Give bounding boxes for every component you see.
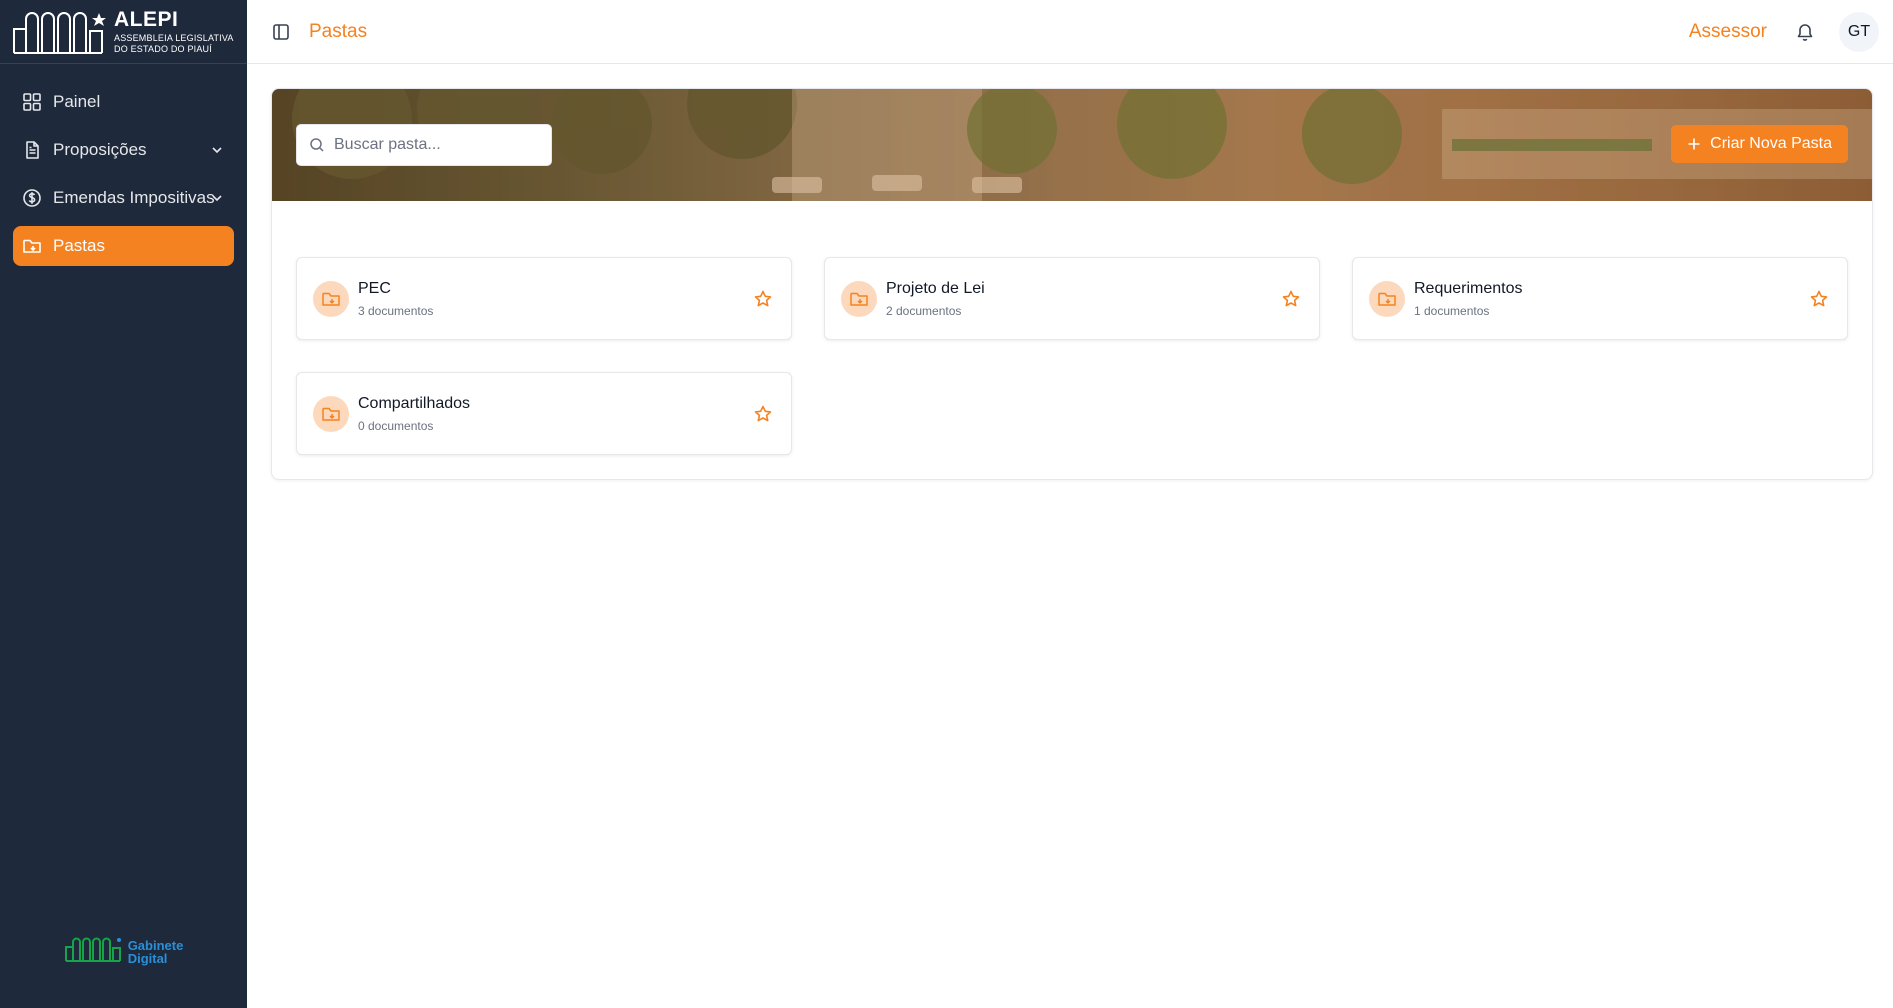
favorite-button[interactable] [1807,287,1831,311]
banner: Criar Nova Pasta [272,89,1872,201]
gabinete-digital-logo: Gabinete Digital [0,935,247,968]
create-folder-label: Criar Nova Pasta [1710,135,1832,152]
folder-info: Compartilhados 0 documentos [358,395,470,433]
footer-line2: Digital [127,950,168,966]
notifications-button[interactable] [1791,18,1819,46]
star-icon [1282,290,1300,306]
brand-subtitle-line1: ASSEMBLEIA LEGISLATIVA [114,32,234,43]
folder-card[interactable]: Compartilhados 0 documentos [296,372,792,455]
folder-icon [850,292,868,306]
bell-icon [1797,23,1813,41]
page-title: Pastas [309,20,368,42]
folder-info: Requerimentos 1 documentos [1414,280,1523,318]
folder-info: PEC 3 documentos [358,280,433,318]
folder-name: PEC [358,279,391,297]
main: Pastas Assessor GT Buscar pasta... Criar… [247,0,1893,1008]
star-icon [754,290,772,306]
folder-count: 2 documentos [886,303,962,318]
footer-line1: Gabinete [127,937,184,953]
sidebar-toggle-button[interactable] [269,20,293,44]
folder-card[interactable]: Projeto de Lei 2 documentos [824,257,1320,340]
top-bar-actions: Assessor GT [1689,11,1879,52]
folder-icon [1378,292,1396,306]
folder-name: Requerimentos [1414,279,1523,297]
folder-icon [322,292,340,306]
search-icon [310,138,324,152]
folder-icon [322,407,340,421]
grid-icon [21,91,43,113]
folders-panel: Criar Nova Pasta PEC 3 docum [271,88,1873,480]
plus-icon [1688,138,1700,150]
file-text-icon [21,139,43,161]
favorite-button[interactable] [751,402,775,426]
create-folder-button[interactable]: Criar Nova Pasta [1671,125,1848,163]
chevron-down-icon[interactable] [210,190,224,210]
sidebar-item-label: Painel [53,92,101,111]
brand-subtitle: ASSEMBLEIA LEGISLATIVA DO ESTADO DO PIAU… [114,33,234,55]
chevron-down-icon[interactable] [210,142,224,162]
sidebar: ALEPI ASSEMBLEIA LEGISLATIVA DO ESTADO D… [0,0,247,1008]
search-box [296,124,552,166]
folder-badge [313,280,349,317]
sidebar-item-emendas-impositivas[interactable]: Emendas Impositivas [13,178,234,218]
folder-info: Projeto de Lei 2 documentos [886,280,985,318]
sidebar-item-painel[interactable]: Painel [13,82,234,122]
folder-badge [841,280,877,317]
folder-card[interactable]: Requerimentos 1 documentos [1352,257,1848,340]
folder-count: 3 documentos [358,303,434,318]
folder-grid: PEC 3 documentos Projeto de Lei 2 docume… [272,201,1872,455]
brand[interactable]: ALEPI ASSEMBLEIA LEGISLATIVA DO ESTADO D… [0,0,247,64]
dollar-circle-icon [21,187,43,209]
gabinete-digital-icon [64,935,126,968]
folder-icon [21,235,43,257]
star-icon [754,405,772,421]
sidebar-item-label: Pastas [53,236,105,255]
folder-card[interactable]: PEC 3 documentos [296,257,792,340]
folder-name: Compartilhados [358,394,471,412]
brand-subtitle-line2: DO ESTADO DO PIAUÍ [114,43,212,54]
favorite-button[interactable] [751,287,775,311]
brand-title: ALEPI [114,7,179,31]
star-icon [1810,290,1828,306]
avatar[interactable]: GT [1839,11,1879,52]
search-input[interactable] [334,136,534,154]
alepi-logo-icon [12,9,110,55]
app-root: ALEPI ASSEMBLEIA LEGISLATIVA DO ESTADO D… [0,0,1893,1008]
gabinete-digital-text: Gabinete Digital [128,939,184,965]
panel-left-icon [273,23,289,40]
role-link[interactable]: Assessor [1689,21,1767,43]
folder-count: 0 documentos [358,418,434,433]
sidebar-item-label: Proposições [53,140,147,159]
brand-text: ALEPI ASSEMBLEIA LEGISLATIVA DO ESTADO D… [114,9,234,55]
folder-count: 1 documentos [1414,303,1490,318]
sidebar-item-proposicoes[interactable]: Proposições [13,130,234,170]
folder-badge [313,395,349,432]
favorite-button[interactable] [1279,287,1303,311]
folder-name: Projeto de Lei [886,279,985,297]
sidebar-item-label: Emendas Impositivas [53,188,215,207]
folder-badge [1369,280,1405,317]
sidebar-item-pastas[interactable]: Pastas [13,226,234,266]
top-bar: Pastas Assessor GT [247,0,1893,64]
content: Criar Nova Pasta PEC 3 docum [247,64,1893,480]
sidebar-nav: Painel Proposições Emendas Impositivas P… [0,64,247,266]
